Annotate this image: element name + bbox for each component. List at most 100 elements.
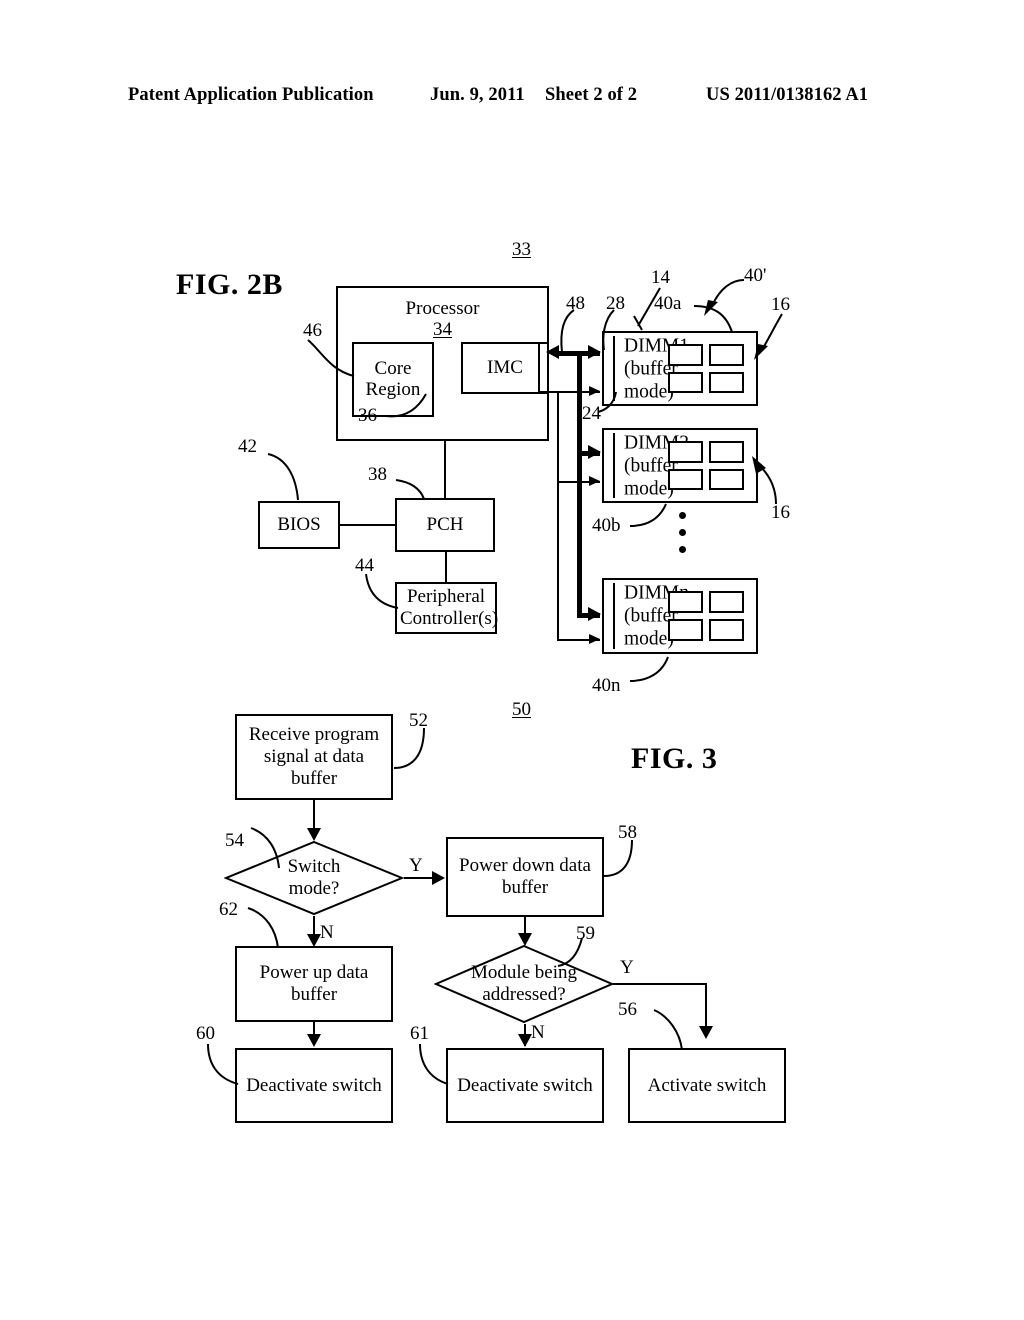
ref-40a-dimm1: 40a (654, 293, 682, 314)
dram-chip (709, 591, 744, 613)
dram-chip (668, 371, 703, 393)
node-power-down-data-buffer: Power down data buffer (446, 837, 604, 917)
leader-28 (596, 308, 622, 352)
ref-56: 56 (618, 999, 637, 1020)
node-power-up-data-buffer: Power up data buffer (235, 946, 393, 1022)
dimm-1-chips (668, 344, 744, 393)
figure-3-title: FIG. 3 (631, 742, 718, 775)
pch-label: PCH (426, 514, 464, 536)
leader-36 (382, 392, 440, 422)
edge-59-yes-v (705, 983, 707, 1030)
ref-33-system: 33 (512, 239, 531, 260)
imc-label: IMC (487, 357, 523, 379)
processor-label: Processor (405, 298, 480, 319)
edge-54-yes-arrow (432, 871, 445, 885)
dram-chip (709, 371, 744, 393)
page-header: Patent Application Publication Jun. 9, 2… (0, 85, 1024, 115)
node-58-label: Power down data buffer (459, 855, 591, 898)
ref-40n-dimmn: 40n (592, 675, 621, 696)
command-bus-trunk (557, 392, 559, 641)
ref-61: 61 (410, 1023, 429, 1044)
pch-box: PCH (395, 498, 495, 552)
figure-2b-title: FIG. 2B (176, 268, 283, 301)
dimm-2-chips (668, 441, 744, 490)
branch-label-module-no: N (531, 1022, 545, 1043)
edge-59-yes-h (613, 983, 707, 985)
data-bus-arrow-to-dimmn (588, 607, 601, 621)
header-date: Jun. 9, 2011 (430, 85, 525, 105)
node-61-label: Deactivate switch (457, 1074, 593, 1096)
ref-62: 62 (219, 899, 238, 920)
dimm-module-n: DIMMn (buffer mode) (602, 578, 758, 654)
edge-59-yes-arrow (699, 1026, 713, 1039)
node-52-label: Receive program signal at data buffer (248, 724, 380, 789)
header-patent-number: US 2011/0138162 A1 (706, 85, 869, 105)
ref-50-flow: 50 (512, 699, 531, 720)
ref-42-bios: 42 (238, 436, 257, 457)
peripheral-controller-label: Peripheral Controller(s) (400, 586, 499, 629)
data-bus-arrow-to-dimm2 (588, 445, 601, 459)
node-56-label: Activate switch (647, 1074, 767, 1096)
ref-60: 60 (196, 1023, 215, 1044)
branch-label-switch-no: N (320, 922, 334, 943)
branch-label-module-yes: Y (620, 957, 634, 978)
leader-54 (249, 826, 291, 870)
dram-chip (668, 468, 703, 490)
leader-46 (300, 334, 360, 386)
dimm-n-chips (668, 591, 744, 641)
edge-52-to-54 (313, 800, 315, 830)
ref-34-processor: 34 (433, 319, 452, 340)
node-62-label: Power up data buffer (259, 962, 369, 1005)
dram-chip (668, 441, 703, 463)
dram-chip (668, 591, 703, 613)
dimm-2-connector-edge (613, 433, 615, 498)
link-pch-peripheral (445, 552, 447, 582)
branch-label-switch-yes: Y (409, 855, 423, 876)
node-60-label: Deactivate switch (246, 1074, 382, 1096)
edge-59-no-arrow (518, 1034, 532, 1047)
node-deactivate-switch-middle: Deactivate switch (446, 1048, 604, 1123)
link-processor-pch (444, 441, 446, 498)
command-bus-arrow-to-dimm2 (589, 476, 600, 486)
ref-40b-dimm2: 40b (592, 515, 621, 536)
leader-56 (652, 1008, 698, 1052)
leader-44 (362, 572, 404, 614)
dimm-n-connector-edge (613, 583, 615, 649)
leader-61 (418, 1042, 456, 1088)
dram-chip (709, 619, 744, 641)
node-activate-switch: Activate switch (628, 1048, 786, 1123)
header-publication-title: Patent Application Publication (128, 85, 374, 105)
dimm-ellipsis (679, 512, 686, 563)
leader-59 (556, 936, 592, 970)
leader-40a (692, 300, 752, 336)
dram-chip (709, 468, 744, 490)
leader-48 (556, 308, 582, 354)
leader-24 (596, 390, 628, 416)
bios-label: BIOS (277, 514, 321, 536)
dimm-module-2: DIMM2 (buffer mode) (602, 428, 758, 503)
ref-14-channel: 14 (651, 267, 670, 288)
node-receive-program-signal: Receive program signal at data buffer (235, 714, 393, 800)
edge-62-to-60-arrow (307, 1034, 321, 1047)
ref-54: 54 (225, 830, 244, 851)
bios-box: BIOS (258, 501, 340, 549)
ref-36-imc: 36 (358, 405, 377, 426)
leader-52 (392, 726, 434, 772)
leader-58 (602, 838, 642, 880)
command-bus-arrow-to-dimmn (589, 634, 600, 644)
ref-38-pch: 38 (368, 464, 387, 485)
imc-port-divider (538, 344, 540, 392)
leader-42 (266, 450, 312, 504)
leader-62 (246, 906, 288, 950)
command-bus-from-imc (538, 391, 559, 393)
node-deactivate-switch-left: Deactivate switch (235, 1048, 393, 1123)
header-sheet-number: Sheet 2 of 2 (545, 85, 638, 105)
dram-chip (709, 344, 744, 366)
leader-38 (394, 478, 434, 502)
imc-box: IMC (461, 342, 549, 394)
dram-chip (709, 441, 744, 463)
leader-60 (206, 1042, 246, 1088)
dram-chip (668, 619, 703, 641)
leader-40n (628, 655, 680, 689)
leader-40b (628, 502, 680, 532)
